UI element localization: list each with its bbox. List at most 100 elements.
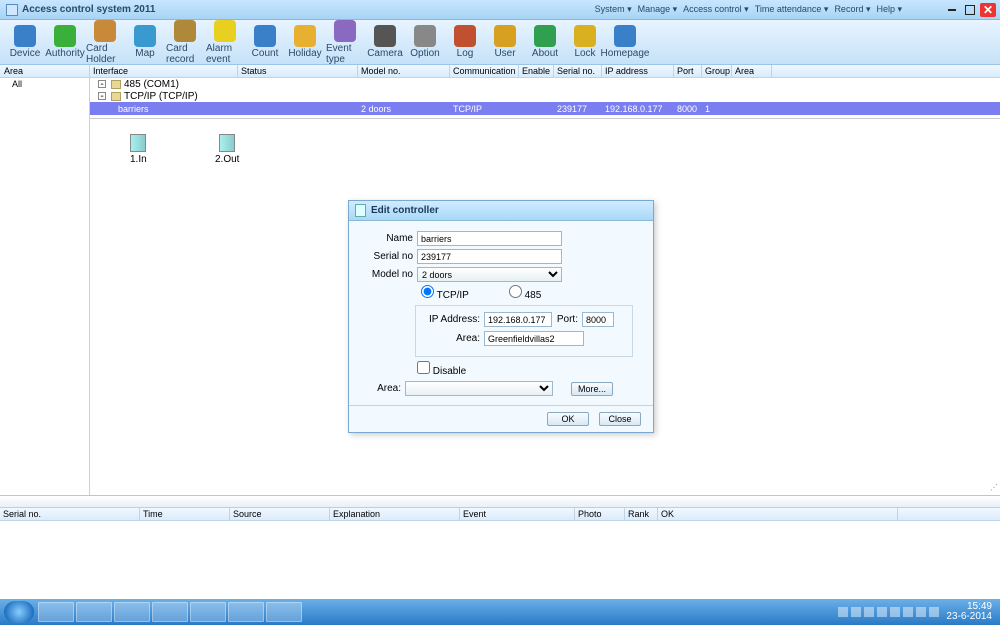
event-column-header[interactable]: OK [658,508,898,520]
cell: 1 [702,104,732,114]
tray-icon[interactable] [916,607,926,617]
tool-card-record[interactable]: Card record [166,20,204,65]
close-button[interactable]: ✕ [980,3,996,17]
tray-icon[interactable] [851,607,861,617]
model-select[interactable]: 2 doors [417,267,562,282]
door-2[interactable]: 2.Out [215,134,239,165]
menu-access-control[interactable]: Access control ▾ [681,4,751,15]
area-select[interactable] [405,381,553,396]
ip-input[interactable] [484,312,552,327]
device-icon [14,25,36,47]
tool-lock[interactable]: Lock [566,25,604,59]
tray-icon[interactable] [903,607,913,617]
tool-event-type[interactable]: Event type [326,20,364,65]
tool-user[interactable]: User [486,25,524,59]
event-column-header[interactable]: Time [140,508,230,520]
radio-485[interactable]: 485 [509,285,541,301]
taskbar-app-word[interactable] [114,602,150,622]
taskbar-app-folder[interactable] [228,602,264,622]
menu-help[interactable]: Help ▾ [874,4,904,15]
radio-tcpip[interactable]: TCP/IP [421,285,469,301]
name-input[interactable] [417,231,562,246]
tree-label: 485 (COM1) [124,79,179,90]
event-column-header[interactable]: Event [460,508,575,520]
expand-icon[interactable]: - [98,92,106,100]
column-header[interactable]: Port [674,65,702,77]
door-1[interactable]: 1.In [130,134,147,165]
tool-about[interactable]: About [526,25,564,59]
event-column-header[interactable]: Source [230,508,330,520]
model-label: Model no [365,269,417,280]
tray-icon[interactable] [864,607,874,617]
card-record-icon [174,20,196,42]
menu-system[interactable]: System ▾ [593,4,634,15]
tray-icon[interactable] [877,607,887,617]
taskbar-app-access[interactable] [266,602,302,622]
dialog-titlebar[interactable]: Edit controller [349,201,653,221]
tool-homepage[interactable]: Homepage [606,25,644,59]
tool-holiday[interactable]: Holiday [286,25,324,59]
network-groupbox: IP Address: Port: Area: [415,305,633,357]
event-column-header[interactable]: Serial no. [0,508,140,520]
inner-area-input[interactable] [484,331,584,346]
column-header[interactable]: Status [238,65,358,77]
start-button[interactable] [4,601,34,623]
serial-label: Serial no [365,251,417,262]
tool-count[interactable]: Count [246,25,284,59]
taskbar: 15:49 23-6-2014 [0,599,1000,625]
ip-label: IP Address: [426,314,484,325]
tool-camera[interactable]: Camera [366,25,404,59]
tool-device[interactable]: Device [6,25,44,59]
tray-icon[interactable] [838,607,848,617]
tray-icon[interactable] [929,607,939,617]
disable-checkbox-input[interactable] [417,361,430,374]
more-button[interactable]: More... [571,382,613,396]
column-header[interactable]: Area [732,65,772,77]
clock[interactable]: 15:49 23-6-2014 [942,602,996,622]
tool-authority[interactable]: Authority [46,25,84,59]
minimize-button[interactable] [944,3,960,17]
maximize-button[interactable] [962,3,978,17]
close-dialog-button[interactable]: Close [599,412,641,426]
tool-option[interactable]: Option [406,25,444,59]
tree-row-tcpip[interactable]: - TCP/IP (TCP/IP) [90,90,1000,102]
disable-checkbox[interactable]: Disable [417,366,466,377]
column-header[interactable]: Enable [519,65,554,77]
column-header[interactable]: Model no. [358,65,450,77]
tree-label: TCP/IP (TCP/IP) [124,91,198,102]
tool-alarm-event[interactable]: Alarm event [206,20,244,65]
column-header[interactable]: Interface [90,65,238,77]
event-column-header[interactable]: Rank [625,508,658,520]
tool-map[interactable]: Map [126,25,164,59]
tree-row-485[interactable]: - 485 (COM1) [90,78,1000,90]
tool-label: Map [135,48,154,59]
tool-card-holder[interactable]: Card Holder [86,20,124,65]
area-tree-pane: Area All [0,65,90,495]
expand-icon[interactable]: - [98,80,106,88]
radio-485-input[interactable] [509,285,522,298]
event-column-header[interactable]: Photo [575,508,625,520]
radio-tcpip-input[interactable] [421,285,434,298]
serial-input[interactable] [417,249,562,264]
column-header[interactable]: Serial no. [554,65,602,77]
tool-label: Card Holder [86,43,124,65]
column-header[interactable]: IP address [602,65,674,77]
taskbar-app-pdf[interactable] [76,602,112,622]
tool-log[interactable]: Log [446,25,484,59]
ok-button[interactable]: OK [547,412,589,426]
menu-manage[interactable]: Manage ▾ [636,4,680,15]
port-input[interactable] [582,312,614,327]
event-type-icon [334,20,356,42]
event-column-header[interactable]: Explanation [330,508,460,520]
folder-icon [111,80,121,89]
menu-time-attendance[interactable]: Time attendance ▾ [753,4,831,15]
area-item-all[interactable]: All [0,78,89,90]
tray-icon[interactable] [890,607,900,617]
taskbar-app-chrome[interactable] [190,602,226,622]
device-row-selected[interactable]: barriers2 doorsTCP/IP239177192.168.0.177… [90,102,1000,115]
taskbar-app-explorer[interactable] [38,602,74,622]
column-header[interactable]: Group [702,65,732,77]
taskbar-app-photos[interactable] [152,602,188,622]
column-header[interactable]: Communication [450,65,519,77]
menu-record[interactable]: Record ▾ [832,4,872,15]
